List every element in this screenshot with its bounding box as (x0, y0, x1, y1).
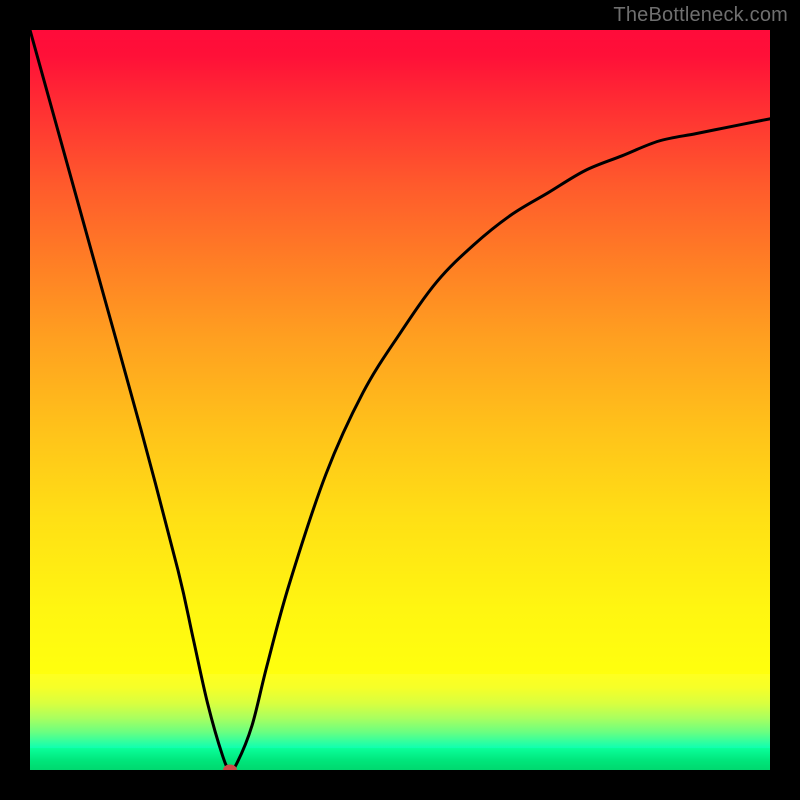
chart-frame: TheBottleneck.com (0, 0, 800, 800)
watermark-text: TheBottleneck.com (613, 4, 788, 27)
bottleneck-curve (30, 30, 770, 770)
curve-svg (30, 30, 770, 770)
minimum-marker (223, 765, 237, 771)
plot-area (30, 30, 770, 770)
